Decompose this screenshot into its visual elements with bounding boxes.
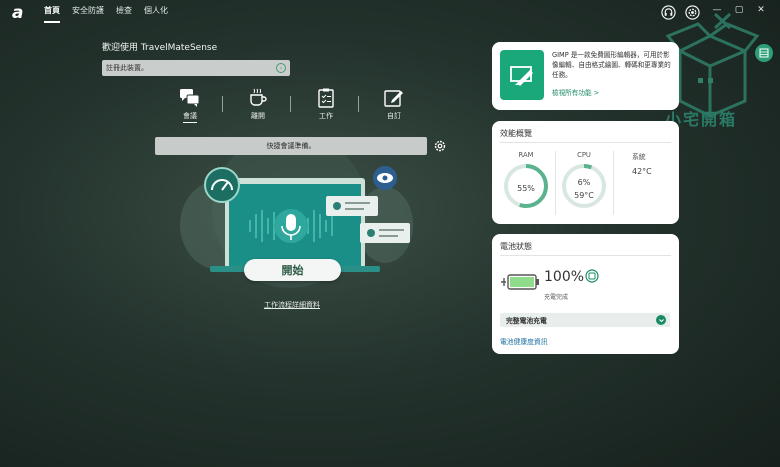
mode-label: 會議 bbox=[183, 111, 197, 123]
app-logo: a bbox=[12, 3, 24, 23]
mode-divider bbox=[222, 96, 223, 112]
start-button[interactable]: 開始 bbox=[244, 259, 341, 281]
nav-personalize[interactable]: 個人化 bbox=[144, 5, 168, 23]
charge-mode-label: 完整電池充電 bbox=[506, 317, 547, 325]
clipboard-icon bbox=[318, 88, 334, 108]
system-column: 系統 42°C bbox=[632, 151, 652, 176]
nav-check[interactable]: 檢查 bbox=[116, 5, 132, 23]
divider bbox=[500, 142, 671, 143]
mode-selector: 會議 離開 工作 自訂 bbox=[172, 88, 412, 123]
mode-custom[interactable]: 自訂 bbox=[376, 88, 412, 121]
battery-plug-icon bbox=[501, 274, 539, 290]
ram-value: 55% bbox=[517, 184, 535, 193]
performance-title: 效能概覽 bbox=[500, 129, 532, 138]
cpu-temp: 59°C bbox=[574, 191, 594, 200]
quick-settings-gear-icon[interactable] bbox=[434, 140, 446, 152]
nav-security[interactable]: 安全防護 bbox=[72, 5, 104, 23]
divider bbox=[500, 255, 671, 256]
coffee-icon bbox=[250, 88, 267, 106]
battery-health-link[interactable]: 電池健康度資訊 bbox=[500, 336, 548, 346]
quick-meeting-bar[interactable]: 快捷會議準備。 bbox=[155, 137, 427, 155]
eco-battery-icon bbox=[585, 269, 599, 283]
mode-divider bbox=[290, 96, 291, 112]
charge-mode-dropdown[interactable]: 完整電池充電 bbox=[500, 313, 670, 327]
nav-home[interactable]: 首頁 bbox=[44, 5, 60, 23]
edit-icon bbox=[384, 90, 403, 107]
cpu-usage: 6% bbox=[577, 178, 591, 187]
mode-label: 工作 bbox=[319, 112, 333, 120]
quick-meeting-text: 快捷會議準備。 bbox=[266, 142, 316, 150]
divider bbox=[613, 151, 614, 215]
welcome-title: 歡迎使用 TravelMateSense bbox=[102, 43, 218, 53]
gimp-promo-card: GIMP 是一款免費圖形編輯器，可用於影像編輯、自由格式繪圖、轉碼和更專業的任務… bbox=[492, 42, 679, 110]
cpu-label: CPU bbox=[577, 151, 591, 159]
meeting-icon bbox=[180, 89, 200, 107]
gimp-description: GIMP 是一款免費圖形編輯器，可用於影像編輯、自由格式繪圖、轉碼和更專業的任務… bbox=[552, 51, 671, 79]
workflow-details-link[interactable]: 工作流程詳細資料 bbox=[264, 300, 320, 310]
mode-meeting[interactable]: 會議 bbox=[172, 88, 208, 123]
battery-card: 電池狀態 100% 充電完成 完整電池充電 電池健康度資訊 bbox=[492, 234, 679, 354]
mode-away[interactable]: 離開 bbox=[240, 88, 276, 121]
system-temp: 42°C bbox=[632, 167, 652, 176]
chevron-down-icon bbox=[656, 315, 666, 325]
arrow-right-icon: › bbox=[276, 63, 286, 73]
ram-label: RAM bbox=[518, 151, 534, 159]
system-label: 系統 bbox=[632, 153, 646, 161]
ram-column: RAM bbox=[498, 151, 554, 214]
grid-icon bbox=[759, 48, 769, 58]
paint-brush-icon bbox=[510, 66, 533, 86]
battery-status: 充電完成 bbox=[544, 294, 569, 301]
register-placeholder: 註冊此裝置。 bbox=[106, 64, 148, 72]
mode-work[interactable]: 工作 bbox=[308, 88, 344, 121]
mode-label: 離開 bbox=[251, 112, 265, 120]
main-nav: 首頁 安全防護 檢查 個人化 bbox=[44, 5, 168, 23]
view-all-features-link[interactable]: 檢視所有功能 > bbox=[552, 87, 599, 97]
gimp-tile[interactable] bbox=[500, 50, 544, 100]
register-device-field[interactable]: 註冊此裝置。 › bbox=[102, 60, 290, 76]
side-panel-toggle[interactable] bbox=[755, 44, 773, 62]
battery-percent: 100% bbox=[544, 269, 585, 285]
mode-label: 自訂 bbox=[387, 112, 401, 120]
mode-divider bbox=[358, 96, 359, 112]
performance-card: 效能概覽 RAM 55% CPU 6% 59°C 系統 42°C bbox=[492, 121, 679, 224]
battery-title: 電池狀態 bbox=[500, 242, 532, 251]
